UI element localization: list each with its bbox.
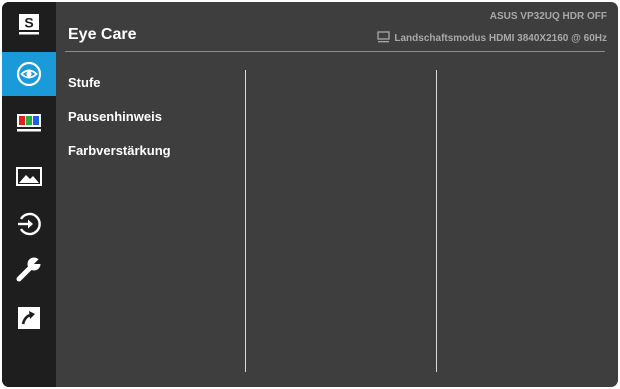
- model-status-text: ASUS VP32UQ HDR OFF: [489, 11, 607, 22]
- column-divider: [436, 70, 437, 372]
- wrench-icon: [15, 255, 43, 283]
- header-divider: [65, 51, 605, 52]
- sidebar-item-system-setup[interactable]: [2, 247, 56, 291]
- sidebar-item-image[interactable]: [2, 155, 56, 199]
- input-status: Landschaftsmodus HDMI 3840X2160 @ 60Hz: [377, 31, 607, 46]
- osd-menu: S Eye Care ASUS VP32UQ HDR OFF Landschaf…: [2, 2, 618, 387]
- input-select-icon: [16, 211, 42, 237]
- eye-icon: [16, 61, 42, 87]
- menu-item-stufe[interactable]: Stufe: [68, 75, 171, 109]
- color-bars-icon: [16, 111, 42, 135]
- menu-item-pausenhinweis[interactable]: Pausenhinweis: [68, 109, 171, 143]
- sidebar-item-input-select[interactable]: [2, 202, 56, 246]
- sidebar-item-eye-care[interactable]: [2, 52, 56, 96]
- sidebar-item-splendid[interactable]: S: [2, 2, 56, 46]
- sidebar: S: [2, 2, 56, 387]
- column-divider: [245, 70, 246, 372]
- sidebar-item-shortcut[interactable]: [2, 296, 56, 340]
- input-status-text: Landschaftsmodus HDMI 3840X2160 @ 60Hz: [394, 33, 607, 44]
- eye-care-menu: Stufe Pausenhinweis Farbverstärkung: [68, 75, 171, 177]
- splendid-glyph: S: [24, 15, 33, 31]
- header: Eye Care ASUS VP32UQ HDR OFF Landschafts…: [56, 2, 618, 50]
- image-icon: [16, 166, 42, 188]
- sidebar-item-color[interactable]: [2, 101, 56, 145]
- shortcut-arrow-icon: [17, 306, 41, 330]
- monitor-icon: [377, 31, 391, 46]
- splendid-s-icon: S: [17, 12, 41, 36]
- page-title: Eye Care: [68, 26, 137, 43]
- menu-item-farbverstaerkung[interactable]: Farbverstärkung: [68, 143, 171, 177]
